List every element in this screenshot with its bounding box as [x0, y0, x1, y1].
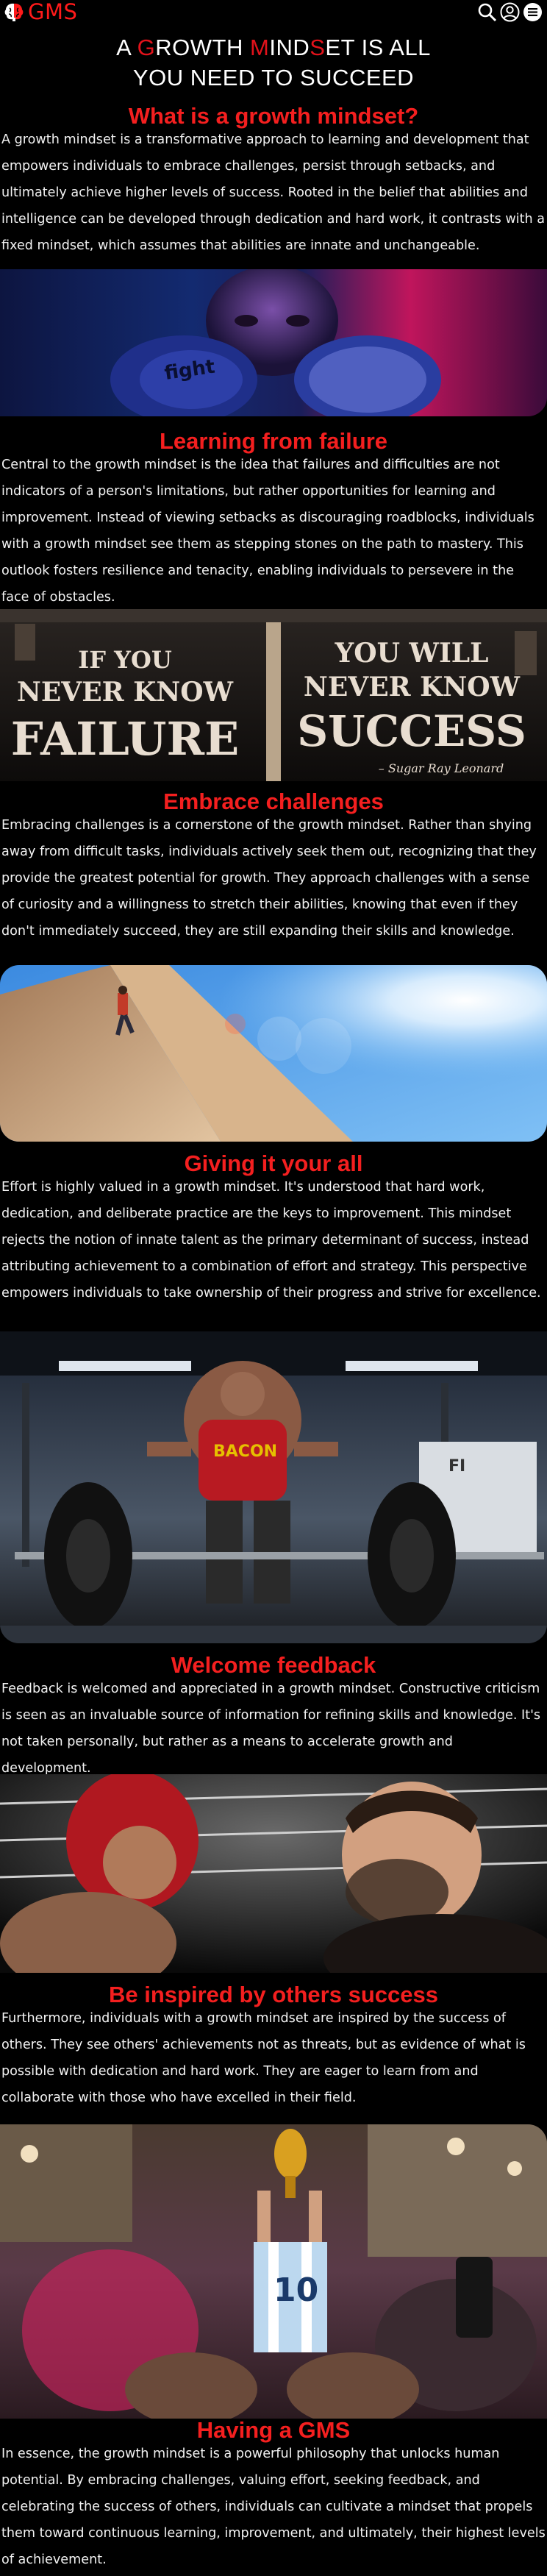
search-icon[interactable]	[477, 2, 497, 22]
poster-right-top: YOU WILL	[335, 638, 489, 669]
user-icon[interactable]	[500, 2, 520, 22]
poster-left-big: FAILURE	[11, 712, 240, 766]
hero-letter: G	[137, 35, 156, 60]
hero-text: ROWTH	[155, 35, 250, 60]
rock-climber-image	[0, 965, 547, 1142]
hero-text: ET IS ALL	[325, 35, 431, 60]
brand[interactable]: GMS	[3, 1, 77, 23]
hero-line-2: YOU NEED TO SUCCEED	[132, 65, 415, 90]
menu-icon[interactable]	[523, 2, 543, 22]
poster-left-mid: NEVER KNOW	[17, 677, 234, 708]
poster-signature: – Sugar Ray Leonard	[379, 761, 504, 775]
top-bar: GMS	[0, 0, 547, 24]
section-text: Embracing challenges is a cornerstone of…	[1, 818, 537, 939]
hero-text: IND	[269, 35, 310, 60]
svg-text:10: 10	[274, 2271, 318, 2309]
poster-right-mid: NEVER KNOW	[304, 672, 521, 702]
brain-logo-icon	[4, 3, 24, 21]
hero-text: A	[116, 35, 137, 60]
deadlift-gym-image: FI BACON	[0, 1331, 547, 1643]
boxing-faceoff-image	[0, 1774, 547, 1973]
svg-text:BACON: BACON	[213, 1442, 277, 1461]
boxer-portrait-image: fight	[0, 269, 547, 416]
quote-poster-image: IF YOU NEVER KNOW FAILURE YOU WILL NEVER…	[0, 609, 547, 781]
section-heading: Learning from failure	[159, 428, 388, 454]
poster-right-big: SUCCESS	[297, 706, 526, 756]
section-heading: Giving it your all	[184, 1150, 363, 1176]
section-text: Feedback is welcomed and appreciated in …	[1, 1682, 541, 1776]
brand-name: GMS	[28, 0, 78, 24]
section-text: Furthermore, individuals with a growth m…	[1, 2011, 526, 2105]
nav-icons	[477, 2, 544, 22]
section-text: A growth mindset is a transformative app…	[1, 132, 546, 253]
hero-title: A GROWTH MINDSET IS ALL YOU NEED TO SUCC…	[0, 32, 547, 93]
hero-line-1: A GROWTH MINDSET IS ALL	[0, 32, 547, 63]
section-text: Central to the growth mindset is the ide…	[1, 458, 535, 605]
trophy-celebration-image: 10	[0, 2124, 547, 2419]
hero-letter: M	[250, 35, 270, 60]
section-text: In essence, the growth mindset is a powe…	[1, 2447, 546, 2567]
section-heading: Embrace challenges	[163, 789, 384, 814]
svg-text:FI: FI	[448, 1457, 465, 1476]
poster-left-top: IF YOU	[78, 646, 172, 674]
section-text: Effort is highly valued in a growth mind…	[1, 1180, 541, 1301]
section-heading: What is a growth mindset?	[128, 103, 419, 129]
section-heading: Be inspired by others success	[109, 1982, 438, 2007]
section-heading: Having a GMS	[196, 2417, 351, 2443]
section-heading: Welcome feedback	[171, 1652, 376, 1678]
hero-letter: S	[310, 35, 326, 60]
